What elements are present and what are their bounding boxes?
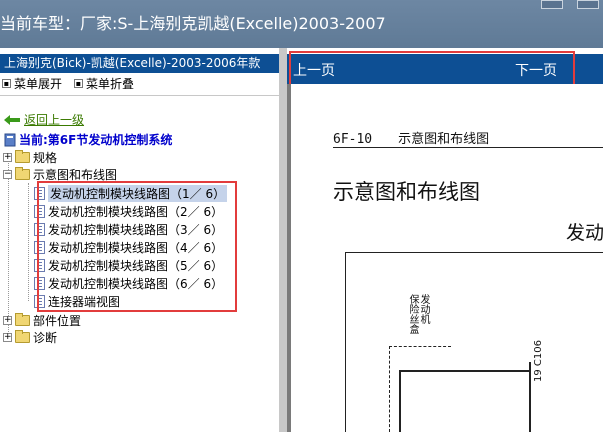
highlight-box <box>37 181 237 312</box>
close-button[interactable] <box>577 0 599 9</box>
back-link[interactable]: 返回上一级 <box>4 111 84 128</box>
collapse-toggle-icon[interactable]: − <box>3 170 12 179</box>
doc-subtitle: 发动 <box>566 222 603 244</box>
right-panel: 上一页 下一页 6F-10 示意图和布线图 示意图和布线图 发动 发动机 保险丝… <box>287 48 603 432</box>
expand-icon: ▪ <box>2 78 11 88</box>
folder-icon <box>15 330 30 343</box>
current-section: 当前:第6F节发动机控制系统 <box>4 131 172 148</box>
collapse-menu-label: 菜单折叠 <box>86 76 135 91</box>
book-icon <box>4 133 16 146</box>
doc-header-rule <box>333 147 603 148</box>
folder-icon <box>15 150 30 163</box>
tree-line <box>8 158 9 338</box>
doc-page-header: 6F-10 示意图和布线图 <box>333 132 490 147</box>
collapse-icon: ▪ <box>74 78 84 88</box>
expand-menu-button[interactable]: ▪ 菜单展开 <box>2 75 62 91</box>
minimize-button[interactable] <box>541 0 563 9</box>
current-section-label: 当前:第6F节发动机控制系统 <box>19 133 173 147</box>
divider <box>0 95 283 96</box>
window-title: 当前车型：厂家:S-上海别克凯越(Excelle)2003-2007 <box>0 14 386 33</box>
fuse-box-label: 发动机 保险丝盒 <box>407 294 429 334</box>
connector-pin-label: 19 C106 <box>533 340 544 382</box>
wiring-diagram-frame <box>345 252 603 432</box>
back-link-label: 返回上一级 <box>24 113 85 127</box>
wire <box>399 370 401 432</box>
tree-line <box>28 183 29 301</box>
panel-splitter[interactable] <box>279 48 287 432</box>
folder-open-icon <box>15 167 30 180</box>
tree-item-parts-location[interactable]: + 部件位置 <box>3 312 81 329</box>
tree-item-specs[interactable]: + 规格 <box>3 149 57 166</box>
wire-dashed <box>389 346 451 347</box>
left-panel: 上海别克(Bick)-凯越(Excelle)-2003-2006年款 ▪ 菜单展… <box>0 48 283 432</box>
tree-item-label: 规格 <box>33 151 58 165</box>
tree-item-diagnosis[interactable]: + 诊断 <box>3 329 57 346</box>
title-bar: 当前车型：厂家:S-上海别克凯越(Excelle)2003-2007 <box>0 0 603 48</box>
folder-icon <box>15 313 30 326</box>
expand-toggle-icon[interactable]: + <box>3 153 12 162</box>
wire <box>529 362 531 432</box>
expand-menu-label: 菜单展开 <box>14 76 63 91</box>
doc-title: 示意图和布线图 <box>333 180 480 204</box>
expand-toggle-icon[interactable]: + <box>3 316 12 325</box>
vehicle-header: 上海别克(Bick)-凯越(Excelle)-2003-2006年款 <box>0 54 283 73</box>
collapse-menu-button[interactable]: ▪ 菜单折叠 <box>74 75 134 91</box>
wire-dashed <box>389 346 390 432</box>
document-gutter <box>287 84 291 432</box>
wire <box>399 370 529 372</box>
back-arrow-icon <box>4 114 20 125</box>
menu-tools: ▪ 菜单展开 ▪ 菜单折叠 <box>2 75 134 91</box>
tree-item-label: 部件位置 <box>33 314 82 328</box>
expand-toggle-icon[interactable]: + <box>3 333 12 342</box>
tree-item-label: 诊断 <box>33 331 58 345</box>
